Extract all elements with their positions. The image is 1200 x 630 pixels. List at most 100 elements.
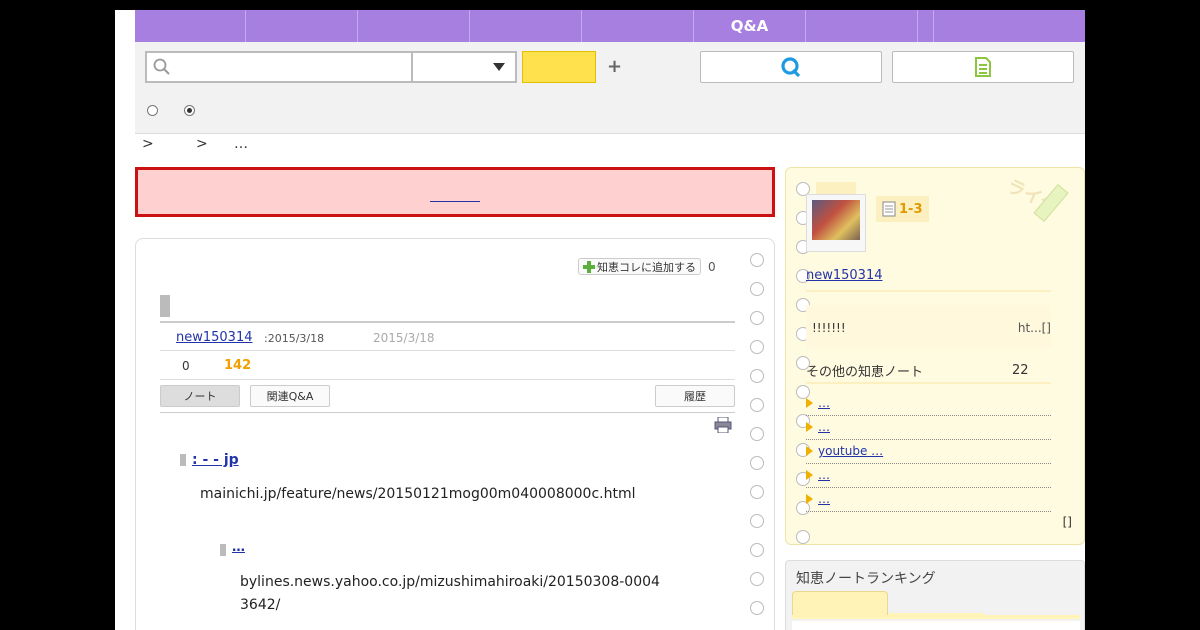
writer-link[interactable]: new150314 <box>806 268 883 283</box>
note-card: 知恵コレに追加する 0 new150314 :2015/3/18 2015/3/… <box>135 238 775 630</box>
update-date: 2015/3/18 <box>373 331 435 345</box>
other-note-link[interactable]: … <box>818 468 830 482</box>
plus-icon <box>583 260 595 273</box>
reference-url: bylines.news.yahoo.co.jp/mizushimahiroak… <box>240 574 660 613</box>
other-note-link[interactable]: … <box>818 396 830 410</box>
search-box <box>145 51 517 83</box>
collection-count: 0 <box>708 260 716 274</box>
nav-item[interactable] <box>470 10 582 42</box>
bio-text: !!!!!!! <box>812 321 846 335</box>
reference-link[interactable]: … <box>232 540 245 555</box>
list-item: … <box>806 392 1051 416</box>
add-button-label: 知恵コレに追加する <box>597 260 696 274</box>
chevron-down-icon <box>493 63 505 71</box>
divider <box>806 290 1051 292</box>
reference-url: mainichi.jp/feature/news/20150121mog00m0… <box>200 486 636 502</box>
page: Q&A + > > … 知恵コレに追加する 0 new150314:2015/… <box>115 10 1085 630</box>
note-meta: new150314 :2015/3/18 2015/3/18 <box>160 323 735 351</box>
note-icon <box>882 201 896 217</box>
q-icon <box>781 57 801 78</box>
search-scope-radio-selected[interactable] <box>184 105 195 116</box>
ranking-list <box>792 621 1080 630</box>
nav-item[interactable] <box>806 10 918 42</box>
alert-banner <box>135 167 775 217</box>
list-item: … <box>806 464 1051 488</box>
other-note-link[interactable]: … <box>818 492 830 506</box>
search-input[interactable] <box>147 53 411 81</box>
nav-item[interactable] <box>918 10 934 42</box>
arrow-icon <box>806 422 813 432</box>
other-note-link[interactable]: youtube … <box>818 444 883 458</box>
add-to-collection-button[interactable]: 知恵コレに追加する <box>578 258 701 275</box>
binder-ring <box>750 253 764 267</box>
more-link[interactable]: [] <box>1063 515 1072 529</box>
binder-ring <box>750 427 764 441</box>
top-nav: Q&A <box>135 10 1085 42</box>
arrow-icon <box>806 398 813 408</box>
arrow-icon <box>806 494 813 504</box>
avatar-image <box>812 200 860 240</box>
binder-ring <box>750 282 764 296</box>
arrow-icon <box>806 470 813 480</box>
breadcrumb-sep: > <box>142 136 154 152</box>
category-select[interactable] <box>413 53 515 81</box>
list-item: youtube … <box>806 440 1051 464</box>
write-note-button[interactable] <box>892 51 1074 83</box>
bio-more-link[interactable]: ht...[] <box>1018 321 1051 335</box>
writer-bio: !!!!!!! ht...[] <box>806 305 1051 349</box>
post-date: :2015/3/18 <box>264 332 325 345</box>
avatar[interactable] <box>806 194 866 252</box>
search-button[interactable] <box>522 51 596 83</box>
binder-ring <box>750 543 764 557</box>
binder-ring <box>750 398 764 412</box>
note-title-marker <box>160 295 170 317</box>
plus-icon[interactable]: + <box>607 56 622 77</box>
link-marker <box>220 544 226 556</box>
tab-history[interactable]: 履歴 <box>655 385 735 407</box>
ranking-title: 知恵ノートランキング <box>796 571 936 587</box>
arrow-icon <box>806 446 813 456</box>
stat-count: 0 <box>182 359 190 373</box>
avatar-tab <box>816 182 856 194</box>
binder-ring <box>750 311 764 325</box>
print-icon[interactable] <box>714 417 732 433</box>
binder-ring <box>750 369 764 383</box>
binder-ring <box>750 340 764 354</box>
author-link[interactable]: new150314 <box>176 330 253 345</box>
nav-item-qa[interactable]: Q&A <box>694 10 806 42</box>
alert-link[interactable] <box>430 188 480 202</box>
nav-item[interactable] <box>934 10 1085 42</box>
search-icon <box>153 58 170 75</box>
list-item: … <box>806 488 1051 512</box>
other-note-link[interactable]: … <box>818 420 830 434</box>
ranking-tab-underline <box>792 615 1080 619</box>
binder-ring <box>750 485 764 499</box>
nav-item[interactable] <box>135 10 246 42</box>
nav-item[interactable] <box>246 10 358 42</box>
tab-related-qa[interactable]: 関連Q&A <box>250 385 330 407</box>
search-band: + <box>135 42 1085 134</box>
other-notes-label: その他の知恵ノート <box>806 365 924 380</box>
search-input-wrap <box>147 53 413 81</box>
nav-item[interactable] <box>582 10 694 42</box>
binder-ring <box>750 456 764 470</box>
breadcrumb-current: … <box>234 136 248 152</box>
ranking-tab[interactable] <box>792 591 888 615</box>
breadcrumb: > > … <box>142 136 248 152</box>
reference-link[interactable]: : - - jp <box>192 452 239 468</box>
binder-ring <box>750 514 764 528</box>
note-icon <box>975 57 991 77</box>
binder-ring <box>796 530 810 544</box>
writer-card: ライタ 1-3 new150314 !!!!!!! ht...[] その他の知恵… <box>785 167 1085 545</box>
breadcrumb-sep: > <box>196 136 208 152</box>
link-marker <box>180 454 186 466</box>
binder-ring <box>750 572 764 586</box>
other-notes-count: 22 <box>1012 363 1029 378</box>
search-scope-radio[interactable] <box>147 105 158 116</box>
nav-item[interactable] <box>358 10 470 42</box>
note-ranking: 知恵ノートランキング <box>785 560 1085 630</box>
tab-note[interactable]: ノート <box>160 385 240 407</box>
ask-question-button[interactable] <box>700 51 882 83</box>
list-item: … <box>806 416 1051 440</box>
binder-ring <box>750 601 764 615</box>
